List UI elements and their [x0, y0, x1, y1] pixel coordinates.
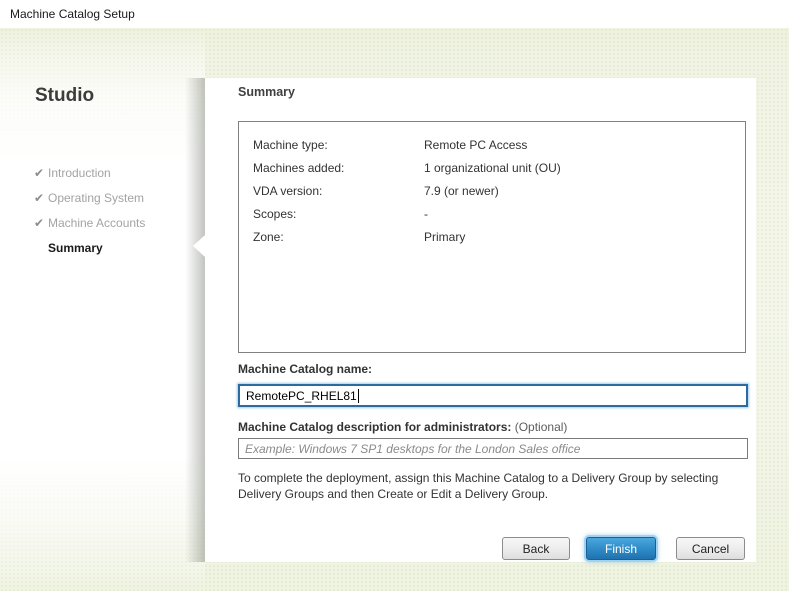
summary-row-scopes: Scopes: -: [253, 205, 745, 228]
content-panel: Summary Machine type: Remote PC Access M…: [205, 78, 756, 562]
step-label: Introduction: [48, 166, 111, 180]
summary-label: Machines added:: [253, 161, 344, 175]
summary-value: 7.9 (or newer): [424, 184, 499, 198]
page-title: Summary: [238, 85, 295, 99]
machine-catalog-setup-window: Machine Catalog Setup Studio ✔ Introduct…: [0, 0, 789, 591]
step-label: Operating System: [48, 191, 144, 205]
summary-row-zone: Zone: Primary: [253, 228, 745, 251]
summary-label: Machine type:: [253, 138, 328, 152]
summary-box: Machine type: Remote PC Access Machines …: [238, 121, 746, 353]
summary-label: Zone:: [253, 230, 284, 244]
machine-catalog-name-label: Machine Catalog name:: [238, 362, 372, 376]
sidebar-divider-shadow: [185, 78, 205, 562]
step-item-introduction[interactable]: ✔ Introduction: [0, 160, 205, 185]
window-titlebar: Machine Catalog Setup: [0, 0, 789, 28]
optional-hint: (Optional): [515, 420, 568, 434]
summary-value: 1 organizational unit (OU): [424, 161, 561, 175]
text-cursor: [358, 389, 359, 403]
step-label: Summary: [48, 241, 103, 255]
wizard-steps: ✔ Introduction ✔ Operating System ✔ Mach…: [0, 160, 205, 260]
step-item-summary: Summary: [0, 235, 205, 260]
summary-row-machines-added: Machines added: 1 organizational unit (O…: [253, 159, 745, 182]
step-label: Machine Accounts: [48, 216, 145, 230]
step-item-operating-system[interactable]: ✔ Operating System: [0, 185, 205, 210]
check-icon: ✔: [32, 216, 46, 230]
wizard-sidebar: Studio ✔ Introduction ✔ Operating System…: [0, 28, 205, 591]
window-title: Machine Catalog Setup: [10, 7, 135, 21]
back-button[interactable]: Back: [502, 537, 570, 560]
finish-button[interactable]: Finish: [586, 537, 656, 560]
description-input[interactable]: [238, 438, 748, 459]
summary-value: Remote PC Access: [424, 138, 527, 152]
deployment-note: To complete the deployment, assign this …: [238, 470, 752, 502]
machine-catalog-name-value: RemotePC_RHEL81: [246, 389, 357, 403]
studio-brand: Studio: [35, 85, 94, 107]
machine-catalog-name-input[interactable]: RemotePC_RHEL81: [238, 384, 748, 407]
check-icon: ✔: [32, 191, 46, 205]
summary-label: VDA version:: [253, 184, 322, 198]
check-icon: ✔: [32, 166, 46, 180]
summary-value: -: [424, 207, 428, 221]
summary-row-machine-type: Machine type: Remote PC Access: [253, 136, 745, 159]
summary-value: Primary: [424, 230, 465, 244]
step-item-machine-accounts[interactable]: ✔ Machine Accounts: [0, 210, 205, 235]
summary-label: Scopes:: [253, 207, 296, 221]
description-label: Machine Catalog description for administ…: [238, 420, 567, 434]
cancel-button[interactable]: Cancel: [676, 537, 745, 560]
current-step-notch: [193, 235, 205, 257]
summary-row-vda-version: VDA version: 7.9 (or newer): [253, 182, 745, 205]
